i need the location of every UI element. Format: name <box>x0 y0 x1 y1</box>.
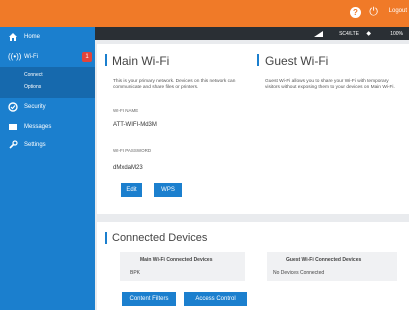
wifi-password-label: WI-FI PASSWORD <box>113 148 152 153</box>
wifi-panel: Main Wi-Fi This is your primary network.… <box>97 44 409 214</box>
sidebar-item-label: Security <box>24 104 46 110</box>
guest-wifi-title: Guest Wi-Fi <box>265 54 329 68</box>
sidebar-item-label: Settings <box>24 142 46 148</box>
wifi-submenu: Connect Options <box>0 67 95 98</box>
sidebar-item-security[interactable]: Security <box>0 99 95 116</box>
carrier-label: SC4/LTE <box>339 31 359 37</box>
shield-icon <box>8 102 18 112</box>
home-icon <box>8 32 18 42</box>
wifi-icon: ((•)) <box>8 52 22 61</box>
top-header: ? ⏻ Logout <box>0 0 409 27</box>
main-connected-table: Main Wi-Fi Connected Devices BPK <box>120 252 245 281</box>
sidebar-item-label: Messages <box>24 124 52 130</box>
table-row: No Devices Connected <box>273 270 325 276</box>
table-row: BPK <box>130 270 141 276</box>
guest-wifi-description: Guest Wi-Fi allows you to share your Wi-… <box>265 79 395 90</box>
guest-connected-header: Guest Wi-Fi Connected Devices <box>286 257 362 263</box>
section-accent <box>105 54 107 66</box>
main-wifi-description: This is your primary network. Devices on… <box>113 79 236 90</box>
sidebar-item-settings[interactable]: Settings <box>0 137 95 154</box>
signal-icon <box>314 31 323 37</box>
connected-devices-title: Connected Devices <box>112 232 208 244</box>
wifi-password-value: dMxdaM23 <box>113 165 143 171</box>
main-wifi-title: Main Wi-Fi <box>112 54 170 68</box>
sidebar-item-home[interactable]: Home <box>0 29 95 46</box>
battery-label: 100% <box>390 31 403 37</box>
section-accent <box>105 232 107 244</box>
help-icon[interactable]: ? <box>350 7 361 18</box>
logout-link[interactable]: Logout <box>389 8 407 14</box>
wifi-status-icon: ◆ <box>366 31 371 37</box>
wifi-name-label: WI-FI NAME <box>113 108 139 113</box>
sidebar-item-wifi[interactable]: ((•)) Wi-Fi 1 <box>0 49 95 66</box>
edit-button[interactable]: Edit <box>121 183 142 197</box>
sidebar: Home ((•)) Wi-Fi 1 Connect Options Secur… <box>0 27 95 310</box>
envelope-icon <box>8 122 18 132</box>
notification-count-badge: 1 <box>82 52 92 62</box>
wps-button[interactable]: WPS <box>154 183 182 197</box>
submenu-item-options[interactable]: Options <box>24 84 41 90</box>
sidebar-item-label: Home <box>24 34 41 40</box>
wrench-icon <box>8 140 18 150</box>
status-bar: SC4/LTE ◆ 100% <box>95 27 409 40</box>
power-icon[interactable]: ⏻ <box>369 5 378 19</box>
sidebar-item-label: Wi-Fi <box>24 54 38 60</box>
connected-devices-panel: Connected Devices Main Wi-Fi Connected D… <box>97 222 409 310</box>
sidebar-item-messages[interactable]: Messages <box>0 119 95 136</box>
main-connected-header: Main Wi-Fi Connected Devices <box>140 257 213 263</box>
section-accent <box>257 54 259 66</box>
content-filters-button[interactable]: Content Filters <box>122 292 176 306</box>
guest-connected-table: Guest Wi-Fi Connected Devices No Devices… <box>267 252 397 281</box>
submenu-item-connect[interactable]: Connect <box>24 72 43 78</box>
access-control-button[interactable]: Access Control <box>184 292 247 306</box>
wifi-name-value: ATT-WIFI-Md3M <box>113 122 157 128</box>
